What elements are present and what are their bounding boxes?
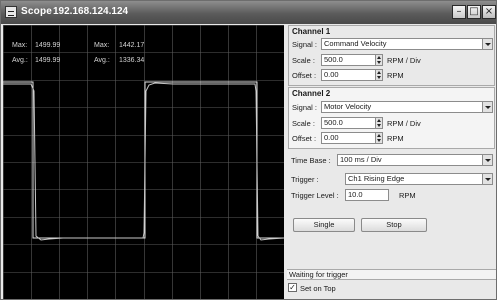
trigger-level-input[interactable]: 10.0 <box>345 189 389 201</box>
chevron-down-icon[interactable] <box>482 155 492 165</box>
channel2-signal-label: Signal : <box>292 103 318 112</box>
ch1-max-label: Max: <box>12 42 28 49</box>
channel1-trace <box>3 81 284 239</box>
status-text: Waiting for trigger <box>289 270 348 279</box>
trigger-value: Ch1 Rising Edge <box>348 174 405 183</box>
status-bar: Waiting for trigger <box>287 269 496 280</box>
channel1-offset-value: 0.00 <box>324 70 339 79</box>
ch1-max-value: 1499.99 <box>35 42 61 49</box>
channel1-signal-select[interactable]: Command Velocity <box>321 38 493 50</box>
channel2-signal-value: Motor Velocity <box>324 102 372 111</box>
maximize-button[interactable]: □ <box>467 5 481 19</box>
ch2-avg-value: 1336.34 <box>119 57 145 64</box>
close-icon: × <box>484 6 494 17</box>
set-on-top-label: Set on Top <box>300 284 336 293</box>
ch1-avg-value: 1499.99 <box>35 57 61 64</box>
trigger-level-value: 10.0 <box>348 190 363 199</box>
channel2-offset-unit: RPM <box>387 134 404 143</box>
channel1-scale-input[interactable]: 500.0 <box>321 54 383 66</box>
spinner-arrows-icon[interactable] <box>375 132 383 144</box>
channel1-signal-label: Signal : <box>292 40 318 49</box>
timebase-label: Time Base : <box>291 156 331 165</box>
close-button[interactable]: × <box>482 5 496 19</box>
trigger-level-label: Trigger Level : <box>291 191 339 200</box>
channel1-title: Channel 1 <box>292 27 331 36</box>
trigger-label: Trigger : <box>291 175 319 184</box>
channel2-trace <box>3 82 284 241</box>
channel2-scale-label: Scale : <box>292 119 315 128</box>
stop-button[interactable]: Stop <box>361 218 427 232</box>
channel2-signal-select[interactable]: Motor Velocity <box>321 101 493 113</box>
channel2-scale-unit: RPM / Div <box>387 119 421 128</box>
timebase-select[interactable]: 100 ms / Div <box>337 154 493 166</box>
spinner-arrows-icon[interactable] <box>375 69 383 81</box>
channel2-offset-input[interactable]: 0.00 <box>321 132 383 144</box>
spinner-arrows-icon[interactable] <box>375 117 383 129</box>
channel1-offset-label: Offset : <box>292 71 317 80</box>
channel2-offset-label: Offset : <box>292 134 317 143</box>
scope-window: Scope 192.168.124.124 – □ × Max: 1499.99… <box>0 0 497 300</box>
channel2-group: Channel 2 Signal : Motor Velocity Scale … <box>288 87 495 149</box>
channel1-scale-unit: RPM / Div <box>387 56 421 65</box>
trigger-level-unit: RPM <box>399 191 416 200</box>
window-ip-address: 192.168.124.124 <box>53 6 129 17</box>
channel1-scale-value: 500.0 <box>324 55 343 64</box>
chevron-down-icon[interactable] <box>482 39 492 49</box>
trigger-select[interactable]: Ch1 Rising Edge <box>345 173 493 185</box>
maximize-icon: □ <box>469 6 479 17</box>
chevron-down-icon[interactable] <box>482 174 492 184</box>
ch2-avg-label: Avg.: <box>94 57 110 64</box>
timebase-value: 100 ms / Div <box>340 155 382 164</box>
channel1-group: Channel 1 Signal : Command Velocity Scal… <box>288 25 495 86</box>
scope-display[interactable]: Max: 1499.99 Max: 1442.17 Avg.: 1499.99 … <box>3 25 284 299</box>
spinner-arrows-icon[interactable] <box>375 54 383 66</box>
channel1-scale-label: Scale : <box>292 56 315 65</box>
minimize-button[interactable]: – <box>452 5 466 19</box>
window-title: Scope <box>21 6 53 17</box>
chevron-down-icon[interactable] <box>482 102 492 112</box>
channel2-scale-value: 500.0 <box>324 118 343 127</box>
ch1-avg-label: Avg.: <box>12 57 28 64</box>
minimize-icon: – <box>456 6 462 17</box>
channel1-offset-input[interactable]: 0.00 <box>321 69 383 81</box>
channel1-offset-unit: RPM <box>387 71 404 80</box>
set-on-top-checkbox[interactable]: ✓ <box>288 283 297 292</box>
scope-plot <box>3 25 284 299</box>
channel2-offset-value: 0.00 <box>324 133 339 142</box>
settings-panel: Channel 1 Signal : Command Velocity Scal… <box>287 25 496 299</box>
channel2-scale-input[interactable]: 500.0 <box>321 117 383 129</box>
channel1-signal-value: Command Velocity <box>324 39 387 48</box>
single-button[interactable]: Single <box>293 218 355 232</box>
channel2-title: Channel 2 <box>292 89 331 98</box>
scope-app-icon <box>5 6 17 18</box>
title-bar[interactable]: Scope 192.168.124.124 – □ × <box>1 1 496 24</box>
ch2-max-label: Max: <box>94 42 110 49</box>
scope-grid <box>3 25 284 299</box>
ch2-max-value: 1442.17 <box>119 42 145 49</box>
